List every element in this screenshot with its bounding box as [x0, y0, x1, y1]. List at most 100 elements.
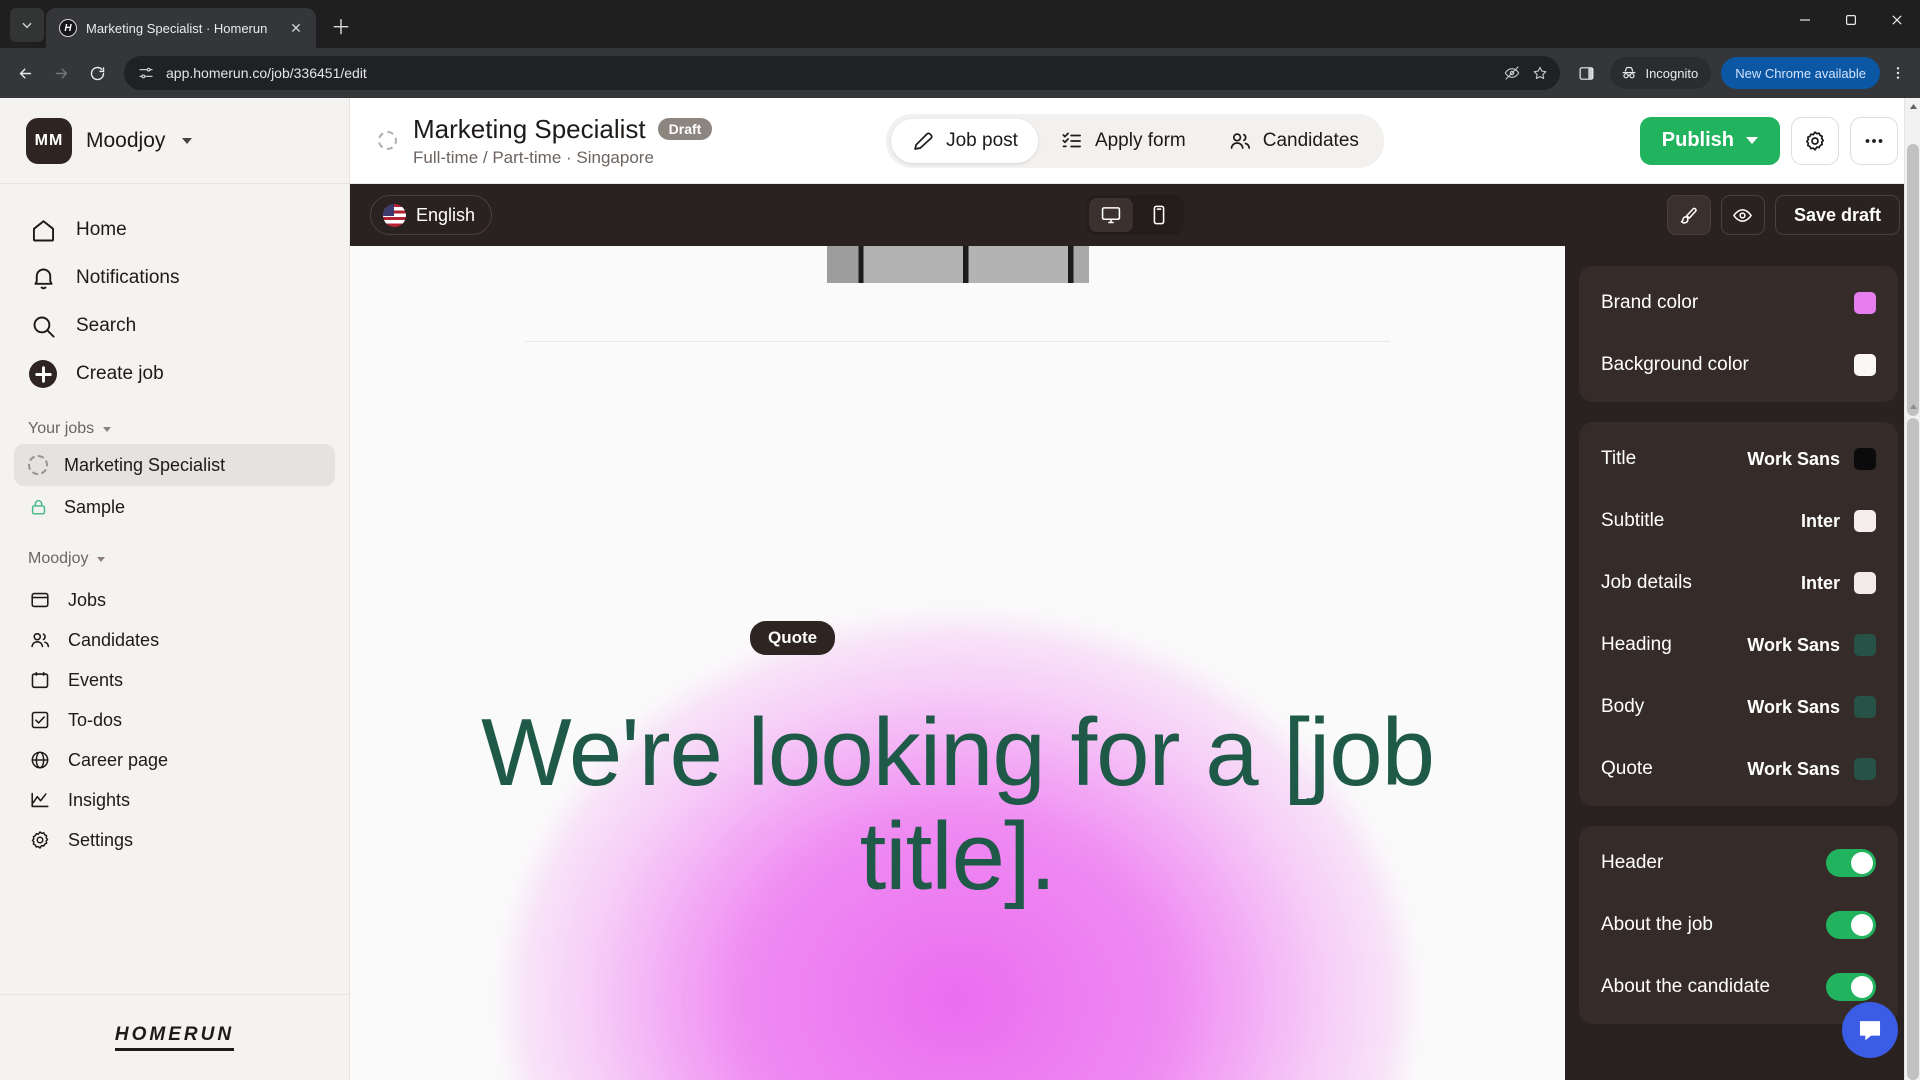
job-post-canvas[interactable]: Quote We're looking for a [job title]. — [350, 246, 1565, 1080]
heading-color-swatch[interactable] — [1854, 634, 1876, 656]
star-icon[interactable] — [1532, 65, 1548, 81]
primary-nav: Home Notifications Search Create job — [0, 184, 349, 398]
sidebar-item-todos[interactable]: To-dos — [14, 700, 335, 740]
title-color-swatch[interactable] — [1854, 448, 1876, 470]
address-bar[interactable]: app.homerun.co/job/336451/edit — [124, 56, 1561, 90]
page-scrollbar[interactable] — [1904, 98, 1920, 1080]
typography-row-body[interactable]: Body Work Sans — [1601, 676, 1876, 738]
tab-job-post[interactable]: Job post — [891, 118, 1038, 163]
chrome-update-button[interactable]: New Chrome available — [1721, 57, 1880, 89]
section-row-about-the-candidate[interactable]: About the candidate — [1601, 956, 1876, 1018]
new-tab-button[interactable]: ＋ — [326, 13, 356, 43]
typography-card: Title Work Sans Subtitle Inter Job detai… — [1579, 422, 1898, 806]
font-value: Inter — [1800, 510, 1840, 531]
row-label: Subtitle — [1601, 510, 1665, 531]
tune-icon[interactable] — [138, 65, 154, 81]
sidebar-item-candidates[interactable]: Candidates — [14, 620, 335, 660]
quote-block-text[interactable]: We're looking for a [job title]. — [410, 701, 1505, 909]
side-panel-icon[interactable] — [1570, 57, 1602, 89]
typography-row-heading[interactable]: Heading Work Sans — [1601, 614, 1876, 676]
tab-search-button[interactable] — [10, 8, 44, 42]
background-color-swatch[interactable] — [1854, 354, 1876, 376]
sidebar-item-search[interactable]: Search — [14, 302, 335, 350]
sidebar-item-create-job[interactable]: Create job — [14, 350, 335, 398]
subtitle-color-swatch[interactable] — [1854, 510, 1876, 532]
maximize-icon[interactable] — [1828, 0, 1874, 40]
section-row-about-the-job[interactable]: About the job — [1601, 894, 1876, 956]
browser-tab[interactable]: H Marketing Specialist · Homerun ✕ — [46, 8, 316, 48]
row-label: Header — [1601, 852, 1664, 873]
ellipsis-icon — [1865, 138, 1883, 143]
dashed-circle-icon — [28, 455, 48, 475]
sidebar-item-career-page[interactable]: Career page — [14, 740, 335, 780]
section-row-header[interactable]: Header — [1601, 832, 1876, 894]
design-button[interactable] — [1666, 195, 1711, 235]
your-jobs-label: Your jobs — [28, 420, 95, 437]
about-the-candidate-toggle[interactable] — [1826, 973, 1876, 1001]
header-toggle[interactable] — [1826, 849, 1876, 877]
desktop-preview-button[interactable] — [1089, 198, 1133, 232]
language-selector[interactable]: English — [370, 195, 493, 235]
reload-icon[interactable] — [80, 56, 114, 90]
typography-row-quote[interactable]: Quote Work Sans — [1601, 738, 1876, 800]
plus-circle-icon — [28, 359, 58, 389]
sidebar-item-marketing-specialist[interactable]: Marketing Specialist — [14, 444, 335, 486]
typography-row-title[interactable]: Title Work Sans — [1601, 428, 1876, 490]
mobile-preview-button[interactable] — [1137, 198, 1181, 232]
sidebar-item-home[interactable]: Home — [14, 206, 335, 254]
app-header: Marketing Specialist Draft Full-time / P… — [350, 98, 1920, 184]
intercom-launcher[interactable] — [1842, 1002, 1898, 1058]
minimize-icon[interactable] — [1782, 0, 1828, 40]
sidebar-item-events[interactable]: Events — [14, 660, 335, 700]
page-title: Marketing Specialist — [413, 113, 646, 144]
sidebar-item-jobs[interactable]: Jobs — [14, 580, 335, 620]
sidebar-item-sample[interactable]: Sample — [14, 486, 335, 528]
save-draft-button[interactable]: Save draft — [1774, 195, 1900, 235]
background-color-row[interactable]: Background color — [1601, 334, 1876, 396]
scrollbar-thumb[interactable] — [1907, 144, 1919, 416]
checkbox-icon — [28, 708, 52, 732]
back-arrow-icon[interactable] — [8, 56, 42, 90]
jobs-icon — [28, 588, 52, 612]
publish-button[interactable]: Publish — [1639, 116, 1780, 165]
eye-off-icon[interactable] — [1504, 65, 1520, 81]
typography-row-subtitle[interactable]: Subtitle Inter — [1601, 490, 1876, 552]
brand-color-row[interactable]: Brand color — [1601, 272, 1876, 334]
window-close-icon[interactable] — [1874, 0, 1920, 40]
more-options-button[interactable] — [1850, 116, 1898, 165]
row-label: Brand color — [1601, 292, 1699, 313]
row-label: Background color — [1601, 354, 1749, 375]
brand-color-swatch[interactable] — [1854, 292, 1876, 314]
preview-button[interactable] — [1720, 195, 1765, 235]
sidebar-item-settings[interactable]: Settings — [14, 820, 335, 860]
sidebar-item-label: Notifications — [76, 267, 180, 288]
org-switcher[interactable]: MM Moodjoy — [0, 98, 349, 184]
workspace-group[interactable]: Moodjoy — [0, 550, 349, 568]
chrome-update-label: New Chrome available — [1735, 65, 1866, 81]
about-the-job-toggle[interactable] — [1826, 911, 1876, 939]
incognito-indicator[interactable]: Incognito — [1610, 57, 1712, 89]
body-color-swatch[interactable] — [1854, 696, 1876, 718]
scrollbar-thumb-lower[interactable] — [1907, 418, 1919, 1080]
workspace-nav: Jobs Candidates Events To-dos Career pag… — [0, 580, 349, 860]
sidebar-item-label: To-dos — [68, 709, 123, 730]
sidebar-item-insights[interactable]: Insights — [14, 780, 335, 820]
job-settings-button[interactable] — [1791, 116, 1839, 165]
close-icon[interactable]: ✕ — [286, 18, 306, 38]
your-jobs-group[interactable]: Your jobs — [0, 420, 349, 438]
job-details-color-swatch[interactable] — [1854, 572, 1876, 594]
browser-toolbar: app.homerun.co/job/336451/edit Incognito… — [0, 48, 1920, 98]
sidebar-item-notifications[interactable]: Notifications — [14, 254, 335, 302]
typography-row-job-details[interactable]: Job details Inter — [1601, 552, 1876, 614]
gear-icon — [1805, 130, 1825, 151]
tab-candidates[interactable]: Candidates — [1208, 119, 1379, 163]
tab-apply-form[interactable]: Apply form — [1040, 119, 1206, 163]
scroll-up-arrow[interactable] — [1905, 98, 1920, 114]
search-icon — [28, 311, 58, 341]
forward-arrow-icon[interactable] — [44, 56, 78, 90]
scroll-down-arrow-mid[interactable] — [1905, 398, 1920, 414]
toolbar-actions: Incognito New Chrome available — [1570, 57, 1912, 89]
kebab-menu-icon[interactable] — [1884, 57, 1912, 89]
chevron-down-icon — [1746, 137, 1758, 144]
quote-color-swatch[interactable] — [1854, 758, 1876, 780]
